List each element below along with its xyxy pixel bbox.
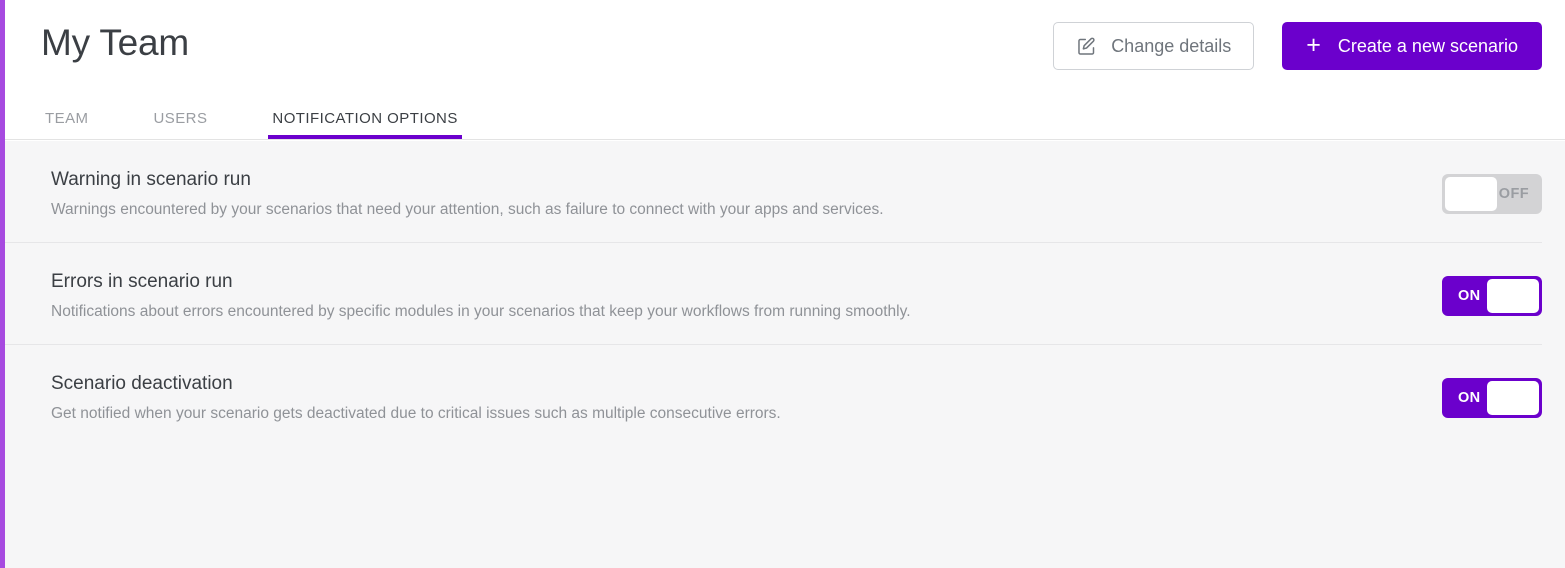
- create-new-scenario-button[interactable]: + Create a new scenario: [1282, 22, 1542, 70]
- toggle-errors-in-scenario-run[interactable]: ON: [1442, 276, 1542, 316]
- toggle-knob: [1445, 177, 1497, 211]
- toggle-knob: [1487, 381, 1539, 415]
- header-top-bar: My Team Change details + Create a new sc…: [5, 0, 1565, 93]
- plus-icon: +: [1306, 30, 1321, 59]
- notification-title: Errors in scenario run: [51, 271, 233, 292]
- notification-options-list: Warning in scenario run Warnings encount…: [5, 141, 1565, 446]
- page-header: My Team Change details + Create a new sc…: [5, 0, 1565, 140]
- notification-options-panel: Warning in scenario run Warnings encount…: [5, 141, 1565, 568]
- toggle-warning-in-scenario-run[interactable]: OFF: [1442, 174, 1542, 214]
- team-notification-options-page: My Team Change details + Create a new sc…: [0, 0, 1565, 568]
- notification-row-warning-in-scenario-run: Warning in scenario run Warnings encount…: [5, 141, 1542, 243]
- edit-pencil-square-icon: [1076, 36, 1097, 57]
- change-details-label: Change details: [1111, 35, 1232, 56]
- tab-bar: TEAM USERS NOTIFICATION OPTIONS: [5, 93, 463, 139]
- notification-description: Get notified when your scenario gets dea…: [51, 405, 781, 422]
- notification-row-scenario-deactivation: Scenario deactivation Get notified when …: [5, 345, 1542, 446]
- notification-title: Warning in scenario run: [51, 169, 251, 190]
- change-details-button[interactable]: Change details: [1053, 22, 1255, 70]
- toggle-state-label: ON: [1458, 288, 1481, 304]
- toggle-knob: [1487, 279, 1539, 313]
- notification-text-block: Scenario deactivation Get notified when …: [51, 371, 781, 425]
- page-title: My Team: [41, 22, 190, 63]
- toggle-state-label: OFF: [1498, 186, 1529, 202]
- tab-team[interactable]: TEAM: [41, 110, 92, 139]
- tab-users[interactable]: USERS: [149, 110, 211, 139]
- notification-description: Warnings encountered by your scenarios t…: [51, 201, 884, 218]
- notification-text-block: Errors in scenario run Notifications abo…: [51, 269, 911, 323]
- notification-text-block: Warning in scenario run Warnings encount…: [51, 167, 884, 221]
- create-new-scenario-label: Create a new scenario: [1337, 35, 1518, 56]
- toggle-scenario-deactivation[interactable]: ON: [1442, 378, 1542, 418]
- toggle-state-label: ON: [1458, 390, 1481, 406]
- sidebar-accent-rail: [0, 0, 5, 568]
- notification-title: Scenario deactivation: [51, 373, 233, 394]
- header-actions: Change details + Create a new scenario: [1053, 22, 1542, 70]
- notification-description: Notifications about errors encountered b…: [51, 303, 911, 320]
- tab-notification-options[interactable]: NOTIFICATION OPTIONS: [268, 110, 463, 139]
- notification-row-errors-in-scenario-run: Errors in scenario run Notifications abo…: [5, 243, 1542, 345]
